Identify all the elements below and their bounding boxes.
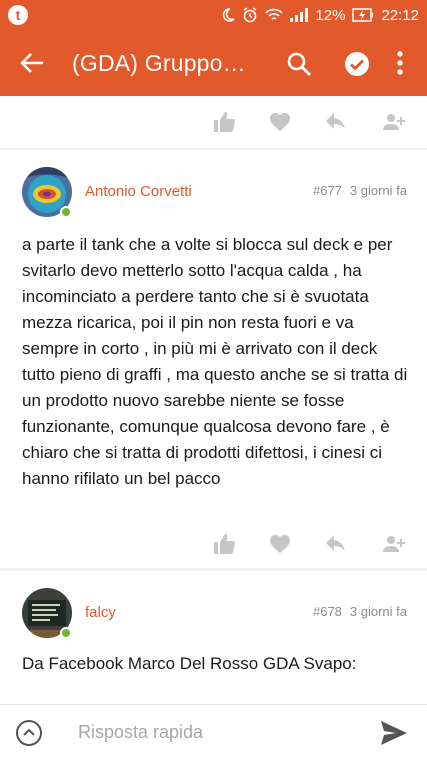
heart-icon[interactable] bbox=[268, 532, 292, 556]
battery-charging-icon bbox=[352, 8, 374, 22]
check-circle-icon[interactable] bbox=[344, 51, 370, 77]
signal-icon bbox=[290, 8, 309, 22]
more-vert-icon[interactable] bbox=[395, 49, 405, 77]
chevron-up-icon[interactable] bbox=[16, 720, 42, 746]
back-arrow-icon[interactable] bbox=[18, 50, 46, 76]
moon-icon bbox=[221, 8, 236, 22]
like-icon[interactable] bbox=[212, 532, 236, 556]
post-number: #678 bbox=[312, 604, 342, 619]
post-time: 3 giorni fa bbox=[349, 183, 407, 198]
status-icons: 12% 22:12 bbox=[221, 0, 419, 30]
online-status-icon bbox=[60, 206, 72, 218]
wifi-icon bbox=[265, 8, 284, 22]
post-card: Antonio Corvetti #677 3 giorni fa a parte… bbox=[0, 150, 427, 568]
app-notification-icon: t bbox=[8, 5, 28, 25]
reply-icon[interactable] bbox=[324, 110, 348, 134]
post-body: Da Facebook Marco Del Rosso GDA Svapo: bbox=[22, 654, 357, 673]
reply-icon[interactable] bbox=[324, 532, 348, 556]
battery-percent: 12% bbox=[315, 6, 346, 24]
add-user-icon[interactable] bbox=[382, 532, 406, 556]
previous-post-actions bbox=[0, 96, 427, 148]
add-user-icon[interactable] bbox=[382, 110, 406, 134]
post-author[interactable]: falcy bbox=[85, 604, 116, 621]
quick-reply-bar bbox=[0, 704, 427, 759]
post-time: 3 giorni fa bbox=[349, 604, 407, 619]
heart-icon[interactable] bbox=[268, 110, 292, 134]
post-body: a parte il tank che a volte si blocca su… bbox=[22, 235, 408, 488]
page-title: (GDA) Gruppo… bbox=[72, 50, 246, 76]
status-bar: t 12% 22:12 bbox=[0, 0, 427, 30]
post-number: #677 bbox=[312, 183, 342, 198]
post-card: falcy #678 3 giorni fa Da Facebook Marco … bbox=[0, 571, 427, 704]
like-icon[interactable] bbox=[212, 110, 236, 134]
send-icon[interactable] bbox=[380, 720, 408, 746]
clock: 22:12 bbox=[381, 6, 419, 24]
quick-reply-input[interactable] bbox=[78, 717, 358, 747]
app-toolbar: (GDA) Gruppo… bbox=[0, 30, 427, 96]
post-meta: #678 3 giorni fa bbox=[313, 604, 407, 619]
post-actions bbox=[0, 518, 427, 570]
online-status-icon bbox=[60, 627, 72, 639]
search-icon[interactable] bbox=[286, 51, 312, 77]
alarm-icon bbox=[242, 7, 258, 23]
post-author[interactable]: Antonio Corvetti bbox=[85, 183, 192, 200]
post-meta: #677 3 giorni fa bbox=[313, 183, 407, 198]
